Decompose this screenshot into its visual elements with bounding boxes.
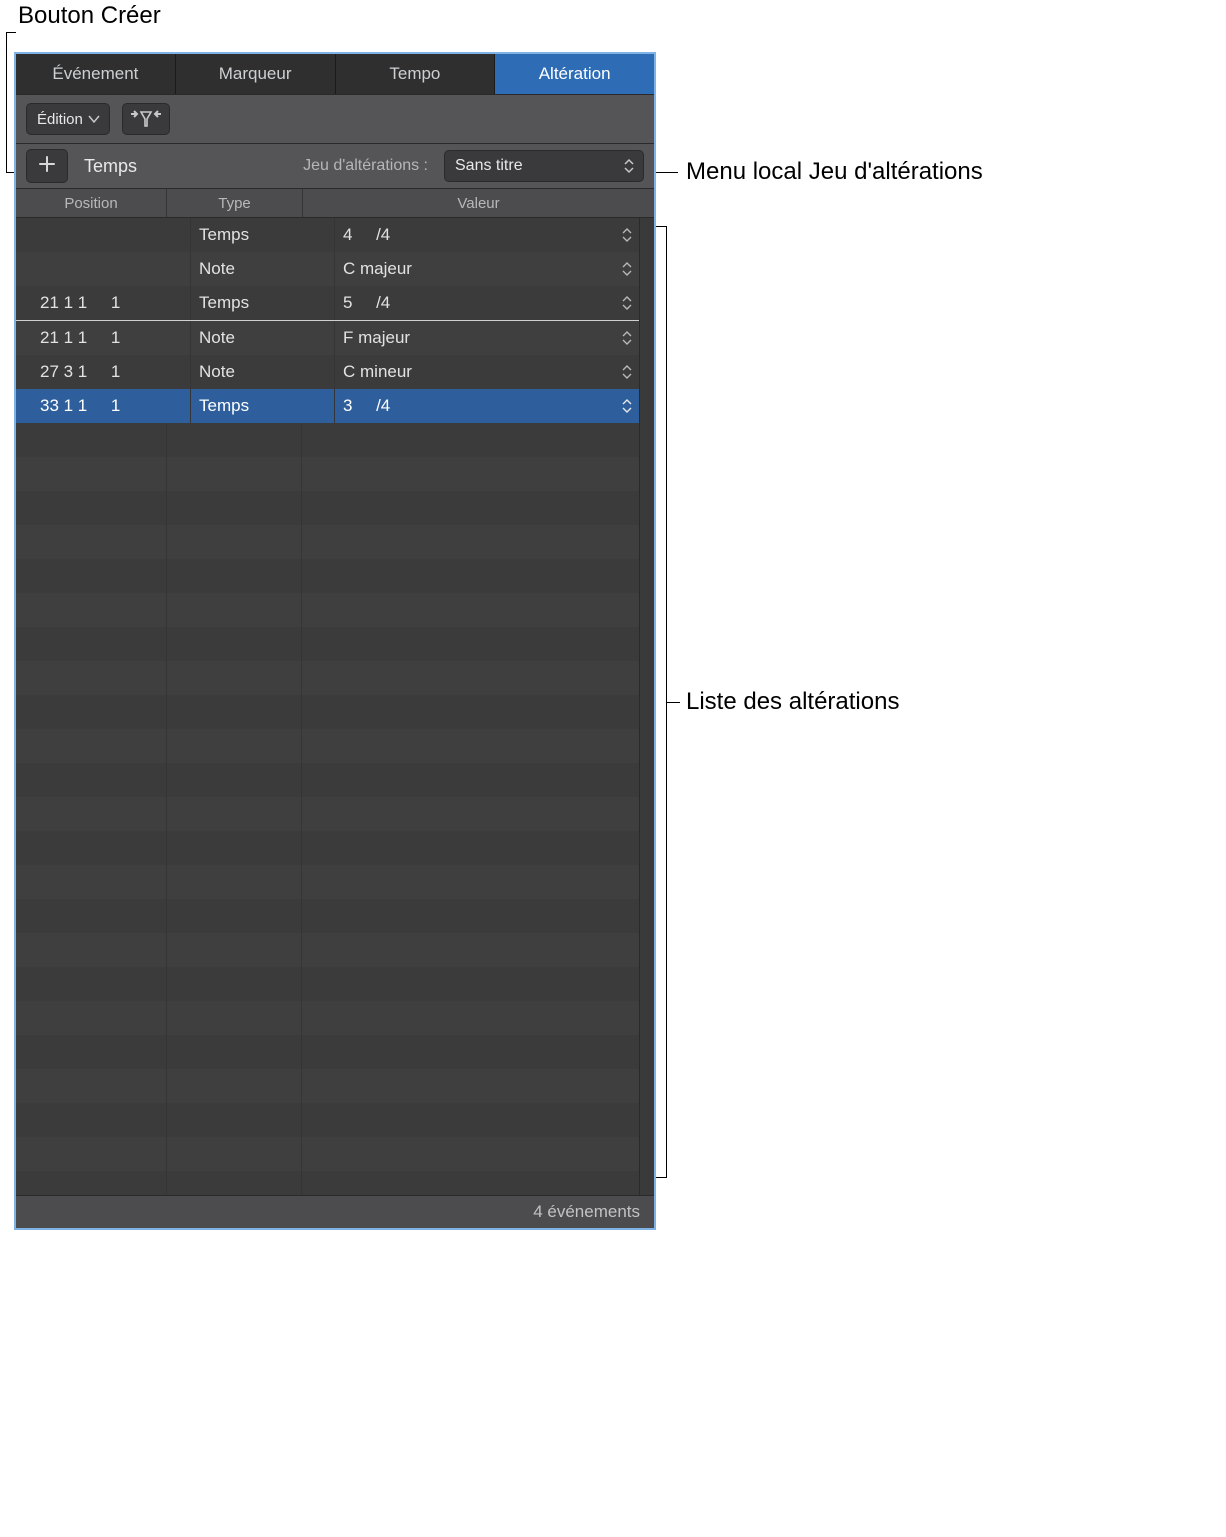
cell-type[interactable]: Note	[191, 355, 335, 389]
sub-toolbar: Temps Jeu d'altérations : Sans titre	[16, 144, 654, 189]
cell-position[interactable]	[16, 252, 191, 286]
tab-label: Marqueur	[219, 64, 292, 84]
tab-marker[interactable]: Marqueur	[176, 54, 336, 94]
table-row[interactable]: 33 1 1 1 Temps 3 /4	[16, 389, 639, 423]
table-row[interactable]: Note C majeur	[16, 252, 639, 286]
funnel-icon	[131, 110, 161, 128]
value-text: 4 /4	[343, 225, 390, 245]
stepper-icon[interactable]	[621, 329, 633, 347]
edit-menu-button[interactable]: Édition	[26, 103, 110, 135]
scrollbar-gutter[interactable]	[639, 218, 654, 1195]
table-row[interactable]: Temps 4 /4	[16, 218, 639, 252]
cell-type[interactable]: Temps	[191, 218, 335, 252]
callout-bracket	[656, 226, 666, 227]
value-text: 5 /4	[343, 293, 390, 313]
value-text: C majeur	[343, 259, 412, 279]
cell-type[interactable]: Temps	[191, 286, 335, 320]
tab-label: Tempo	[389, 64, 440, 84]
cell-value[interactable]: F majeur	[335, 321, 639, 355]
callout-signature-list: Liste des altérations	[686, 688, 899, 716]
stepper-icon[interactable]	[621, 363, 633, 381]
dropdown-value: Sans titre	[455, 157, 523, 175]
tab-tempo[interactable]: Tempo	[336, 54, 496, 94]
column-header-type[interactable]: Type	[167, 189, 303, 217]
stepper-icon[interactable]	[621, 226, 633, 244]
tab-label: Événement	[52, 64, 138, 84]
signature-set-dropdown[interactable]: Sans titre	[444, 150, 644, 182]
cell-position[interactable]: 33 1 1 1	[16, 389, 191, 423]
value-text: 3 /4	[343, 396, 390, 416]
filter-button[interactable]	[122, 103, 170, 135]
cell-value[interactable]: C majeur	[335, 252, 639, 286]
tab-event[interactable]: Événement	[16, 54, 176, 94]
column-header-position[interactable]: Position	[16, 189, 167, 217]
stepper-icon[interactable]	[621, 294, 633, 312]
status-text: 4 événements	[533, 1202, 640, 1222]
table-row[interactable]: 21 1 1 1 Temps 5 /4	[16, 286, 639, 321]
cell-type[interactable]: Note	[191, 321, 335, 355]
callout-bracket	[656, 1177, 666, 1178]
column-header-value[interactable]: Valeur	[303, 189, 654, 217]
signature-panel: Événement Marqueur Tempo Altération Édit…	[14, 52, 656, 1230]
status-bar: 4 événements	[16, 1195, 654, 1228]
cell-position[interactable]	[16, 218, 191, 252]
cell-type[interactable]: Note	[191, 252, 335, 286]
stepper-icon[interactable]	[621, 397, 633, 415]
table-body-wrap: Temps 4 /4 Note C majeur	[16, 218, 654, 1195]
callout-bracket	[666, 702, 680, 703]
signature-list: Temps 4 /4 Note C majeur	[16, 218, 639, 1195]
table-row[interactable]: 21 1 1 1 Note F majeur	[16, 321, 639, 355]
stepper-icon	[623, 157, 635, 175]
callout-line	[6, 32, 16, 33]
toolbar: Édition	[16, 94, 654, 144]
table-row[interactable]: 27 3 1 1 Note C mineur	[16, 355, 639, 389]
chevron-down-icon	[89, 116, 99, 122]
callout-line	[6, 32, 7, 172]
tab-label: Altération	[539, 64, 611, 84]
callout-signature-set-menu: Menu local Jeu d'altérations	[686, 158, 983, 186]
signature-set-label: Jeu d'altérations :	[303, 157, 428, 175]
table-header: Position Type Valeur	[16, 189, 654, 218]
cell-value[interactable]: C mineur	[335, 355, 639, 389]
create-button[interactable]	[26, 149, 68, 183]
cell-position[interactable]: 21 1 1 1	[16, 321, 191, 355]
tab-bar: Événement Marqueur Tempo Altération	[16, 54, 654, 94]
empty-area	[16, 423, 639, 1195]
edit-label: Édition	[37, 111, 83, 128]
mode-label: Temps	[84, 156, 137, 177]
stepper-icon[interactable]	[621, 260, 633, 278]
tab-signature[interactable]: Altération	[495, 54, 654, 94]
value-text: C mineur	[343, 362, 412, 382]
cell-value[interactable]: 4 /4	[335, 218, 639, 252]
cell-position[interactable]: 27 3 1 1	[16, 355, 191, 389]
callout-create-button: Bouton Créer	[18, 2, 161, 30]
cell-value[interactable]: 5 /4	[335, 286, 639, 320]
cell-value[interactable]: 3 /4	[335, 389, 639, 423]
value-text: F majeur	[343, 328, 410, 348]
plus-icon	[38, 155, 56, 178]
cell-position[interactable]: 21 1 1 1	[16, 286, 191, 320]
cell-type[interactable]: Temps	[191, 389, 335, 423]
